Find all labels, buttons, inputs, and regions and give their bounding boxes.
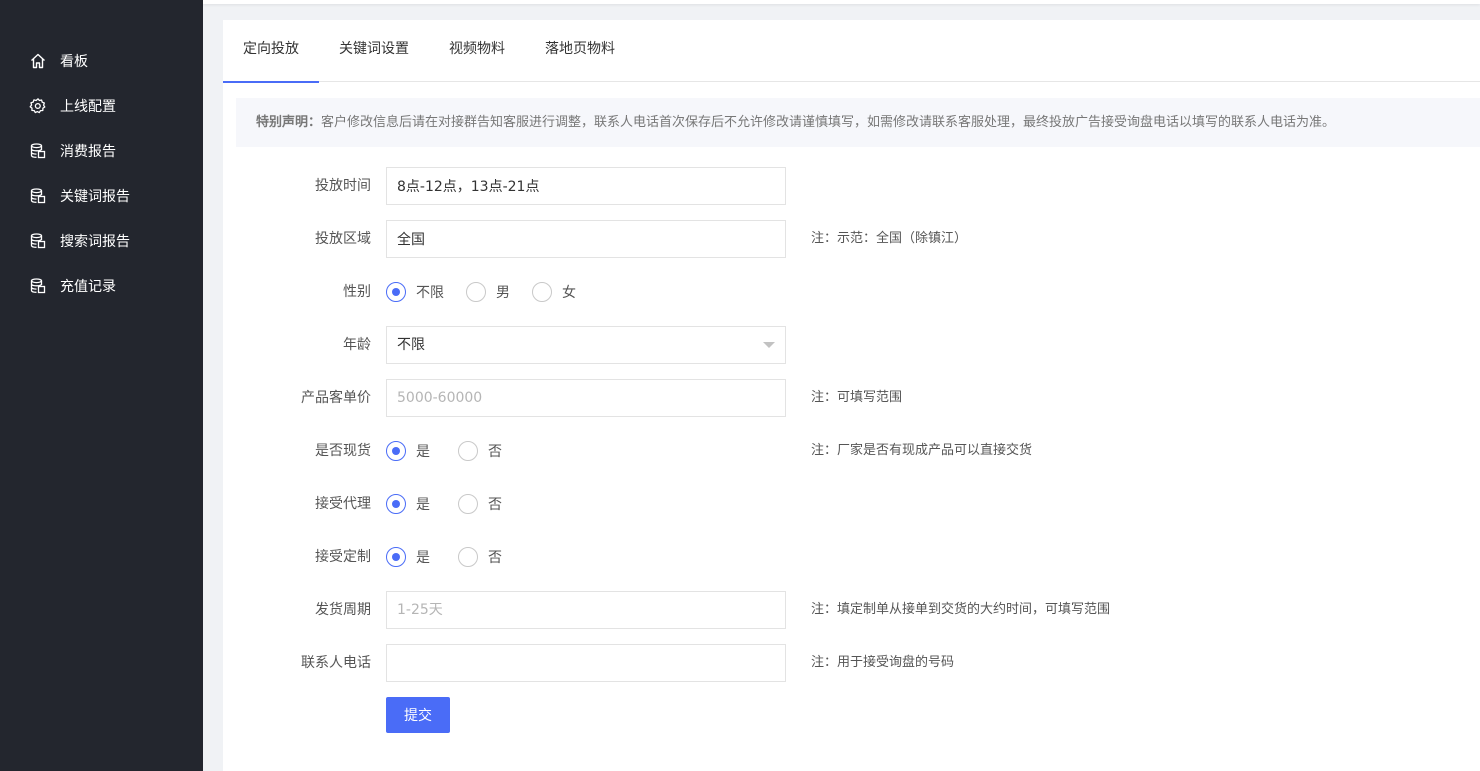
unit-price-note: 注：可填写范围 — [811, 390, 903, 405]
form-row-contact-phone: 联系人电话 注：用于接受询盘的号码 — [223, 644, 1480, 682]
agency-radio-yes[interactable]: 是 — [386, 494, 430, 514]
delivery-time-label: 投放时间 — [315, 178, 371, 194]
contact-phone-note: 注：用于接受询盘的号码 — [811, 655, 955, 670]
tab-keyword-settings[interactable]: 关键词设置 — [319, 20, 429, 81]
sidebar-item-consumption-report[interactable]: 消费报告 — [0, 131, 203, 171]
tab-landing-page-materials[interactable]: 落地页物料 — [525, 20, 635, 81]
unit-price-label: 产品客单价 — [301, 390, 371, 406]
custom-radio-yes[interactable]: 是 — [386, 547, 430, 567]
radio-checked-icon — [386, 494, 406, 514]
contact-phone-label: 联系人电话 — [301, 655, 371, 671]
custom-label: 接受定制 — [315, 549, 371, 565]
notice-banner: 特别声明：客户修改信息后请在对接群告知客服进行调整，联系人电话首次保存后不允许修… — [236, 98, 1480, 147]
top-bar — [203, 0, 1480, 4]
sidebar-item-label: 消费报告 — [60, 144, 116, 160]
in-stock-radio-group: 是 否 — [386, 432, 524, 470]
gear-icon — [29, 97, 47, 115]
tab-bar: 定向投放 关键词设置 视频物料 落地页物料 — [223, 20, 1480, 83]
radio-checked-icon — [386, 282, 406, 302]
sidebar-item-keyword-report[interactable]: 关键词报告 — [0, 176, 203, 216]
form-row-gender: 性别 不限 男 女 — [223, 273, 1480, 311]
radio-unchecked-icon — [466, 282, 486, 302]
gender-radio-female[interactable]: 女 — [532, 282, 576, 302]
form-row-unit-price: 产品客单价 注：可填写范围 — [223, 379, 1480, 417]
sidebar-item-label: 搜索词报告 — [60, 234, 130, 250]
contact-phone-input[interactable] — [386, 644, 786, 682]
submit-button[interactable]: 提交 — [386, 697, 450, 733]
sidebar-item-label: 充值记录 — [60, 279, 116, 295]
delivery-cycle-label: 发货周期 — [315, 602, 371, 618]
home-icon — [29, 52, 47, 70]
tab-video-materials[interactable]: 视频物料 — [429, 20, 525, 81]
in-stock-radio-yes[interactable]: 是 — [386, 441, 430, 461]
radio-unchecked-icon — [458, 494, 478, 514]
unit-price-input[interactable] — [386, 379, 786, 417]
form-row-custom: 接受定制 是 否 — [223, 538, 1480, 576]
notice-title: 特别声明： — [256, 115, 322, 130]
caret-down-icon — [763, 342, 775, 348]
notice-text: 客户修改信息后请在对接群告知客服进行调整，联系人电话首次保存后不允许修改请谨慎填… — [321, 115, 1336, 130]
custom-radio-group: 是 否 — [386, 538, 524, 576]
agency-radio-no[interactable]: 否 — [458, 494, 502, 514]
sidebar: 看板 上线配置 消费报告 关键词报告 搜索词报告 充值记录 — [0, 0, 203, 771]
tab-targeted-delivery[interactable]: 定向投放 — [223, 20, 319, 83]
radio-checked-icon — [386, 441, 406, 461]
form-row-delivery-time: 投放时间 — [223, 167, 1480, 205]
agency-label: 接受代理 — [315, 496, 371, 512]
form-row-in-stock: 是否现货 是 否 注：厂家是否有现成产品可以直接交货 — [223, 432, 1480, 470]
delivery-region-note: 注：示范：全国（除镇江） — [811, 231, 968, 246]
form-row-delivery-cycle: 发货周期 注：填定制单从接单到交货的大约时间，可填写范围 — [223, 591, 1480, 629]
sidebar-item-online-config[interactable]: 上线配置 — [0, 86, 203, 126]
delivery-cycle-note: 注：填定制单从接单到交货的大约时间，可填写范围 — [811, 602, 1111, 617]
gender-radio-male[interactable]: 男 — [466, 282, 510, 302]
age-label: 年龄 — [343, 337, 371, 353]
gender-radio-any[interactable]: 不限 — [386, 282, 444, 302]
main-panel: 定向投放 关键词设置 视频物料 落地页物料 特别声明：客户修改信息后请在对接群告… — [223, 20, 1480, 771]
radio-checked-icon — [386, 547, 406, 567]
age-select-value: 不限 — [397, 337, 425, 353]
age-select[interactable]: 不限 — [386, 326, 786, 364]
in-stock-note: 注：厂家是否有现成产品可以直接交货 — [811, 443, 1033, 458]
database-icon — [29, 232, 47, 250]
radio-unchecked-icon — [458, 441, 478, 461]
form-row-delivery-region: 投放区域 注：示范：全国（除镇江） — [223, 220, 1480, 258]
form-row-age: 年龄 不限 — [223, 326, 1480, 364]
sidebar-item-search-term-report[interactable]: 搜索词报告 — [0, 221, 203, 261]
delivery-region-label: 投放区域 — [315, 231, 371, 247]
delivery-region-input[interactable] — [386, 220, 786, 258]
gender-radio-group: 不限 男 女 — [386, 273, 598, 311]
radio-unchecked-icon — [532, 282, 552, 302]
in-stock-label: 是否现货 — [315, 443, 371, 459]
form-row-agency: 接受代理 是 否 — [223, 485, 1480, 523]
agency-radio-group: 是 否 — [386, 485, 524, 523]
custom-radio-no[interactable]: 否 — [458, 547, 502, 567]
in-stock-radio-no[interactable]: 否 — [458, 441, 502, 461]
sidebar-item-label: 上线配置 — [60, 99, 116, 115]
database-icon — [29, 187, 47, 205]
gender-label: 性别 — [343, 284, 371, 300]
database-icon — [29, 142, 47, 160]
database-icon — [29, 277, 47, 295]
sidebar-item-recharge-records[interactable]: 充值记录 — [0, 266, 203, 306]
radio-unchecked-icon — [458, 547, 478, 567]
delivery-time-input[interactable] — [386, 167, 786, 205]
delivery-cycle-input[interactable] — [386, 591, 786, 629]
sidebar-item-label: 看板 — [60, 54, 88, 70]
sidebar-item-label: 关键词报告 — [60, 189, 130, 205]
sidebar-item-dashboard[interactable]: 看板 — [0, 41, 203, 81]
